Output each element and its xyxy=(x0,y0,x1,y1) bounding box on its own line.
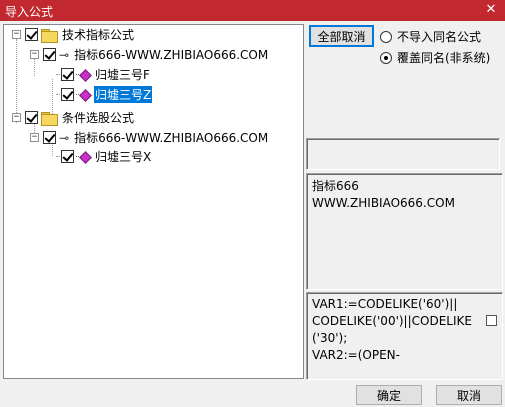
formula-icon xyxy=(76,69,90,81)
tree-checkbox[interactable] xyxy=(43,131,56,144)
expander-icon[interactable]: − xyxy=(30,50,39,59)
tree-node-formula-x[interactable]: 归墟三号X xyxy=(61,147,152,166)
key-icon: ⊸ xyxy=(59,47,70,62)
tree-connector xyxy=(34,59,35,76)
expander-icon[interactable]: − xyxy=(12,30,21,39)
tree-node-label: 技术指标公式 xyxy=(62,28,135,42)
tree-checkbox[interactable] xyxy=(25,28,38,41)
close-icon[interactable]: ✕ xyxy=(483,1,499,19)
expander-icon[interactable]: − xyxy=(30,133,39,142)
tree-node-source-2[interactable]: ⊸ 指标666-WWW.ZHIBIAO666.COM xyxy=(43,128,269,147)
radio-label: 覆盖同名(非系统) xyxy=(397,51,491,65)
code-panel-checkbox[interactable] xyxy=(486,315,497,326)
import-formula-dialog: 导入公式 ✕ − 技术指标公式 − ⊸ 指标666-WWW.ZHIBIAO666… xyxy=(0,0,505,407)
radio-button[interactable] xyxy=(380,30,392,43)
tree-node-technical-indicators[interactable]: 技术指标公式 xyxy=(25,25,135,44)
radio-label: 不导入同名公式 xyxy=(397,30,482,44)
tree-checkbox[interactable] xyxy=(43,48,56,61)
formula-code-panel: VAR1:=CODELIKE('60')|| CODELIKE('00')||C… xyxy=(306,292,503,380)
formula-icon xyxy=(76,151,90,163)
expander-icon[interactable]: − xyxy=(12,113,21,122)
tree-node-label: 条件选股公式 xyxy=(62,111,135,125)
tree-connector xyxy=(16,39,17,123)
tree-node-formula-z[interactable]: 归墟三号Z xyxy=(61,85,154,104)
window-title: 导入公式 xyxy=(5,5,54,19)
tree-node-label: 归墟三号X xyxy=(95,150,152,164)
ok-button[interactable]: 确定 xyxy=(356,385,422,405)
source-info-text: 指标666 WWW.ZHIBIAO666.COM xyxy=(312,179,455,210)
tree-node-stock-selection[interactable]: 条件选股公式 xyxy=(25,108,135,127)
tree-node-label: 指标666-WWW.ZHIBIAO666.COM xyxy=(74,131,269,145)
source-info-panel: 指标666 WWW.ZHIBIAO666.COM xyxy=(306,173,503,290)
tree-checkbox[interactable] xyxy=(61,150,74,163)
radio-skip-duplicates[interactable]: 不导入同名公式 xyxy=(380,28,481,45)
key-icon: ⊸ xyxy=(59,130,70,145)
tree-checkbox[interactable] xyxy=(25,111,38,124)
tree-node-label: 归墟三号F xyxy=(95,68,150,82)
formula-tree[interactable]: − 技术指标公式 − ⊸ 指标666-WWW.ZHIBIAO666.COM 归墟… xyxy=(3,24,304,379)
cancel-button[interactable]: 取消 xyxy=(436,385,502,405)
folder-icon xyxy=(41,111,58,126)
empty-status-panel xyxy=(306,138,500,170)
cancel-all-button[interactable]: 全部取消 xyxy=(309,25,374,47)
formula-code-text: VAR1:=CODELIKE('60')|| CODELIKE('00')||C… xyxy=(312,297,472,362)
tree-node-formula-f[interactable]: 归墟三号F xyxy=(61,65,151,84)
tree-node-source-1[interactable]: ⊸ 指标666-WWW.ZHIBIAO666.COM xyxy=(43,45,269,64)
title-bar[interactable]: 导入公式 ✕ xyxy=(0,0,505,21)
radio-button[interactable] xyxy=(380,51,392,64)
formula-icon xyxy=(76,89,90,101)
tree-node-label: 归墟三号Z xyxy=(92,85,154,104)
tree-checkbox[interactable] xyxy=(61,68,74,81)
radio-overwrite-duplicates[interactable]: 覆盖同名(非系统) xyxy=(380,49,490,66)
tree-checkbox[interactable] xyxy=(61,88,74,101)
tree-node-label: 指标666-WWW.ZHIBIAO666.COM xyxy=(74,48,269,62)
folder-icon xyxy=(41,28,58,43)
